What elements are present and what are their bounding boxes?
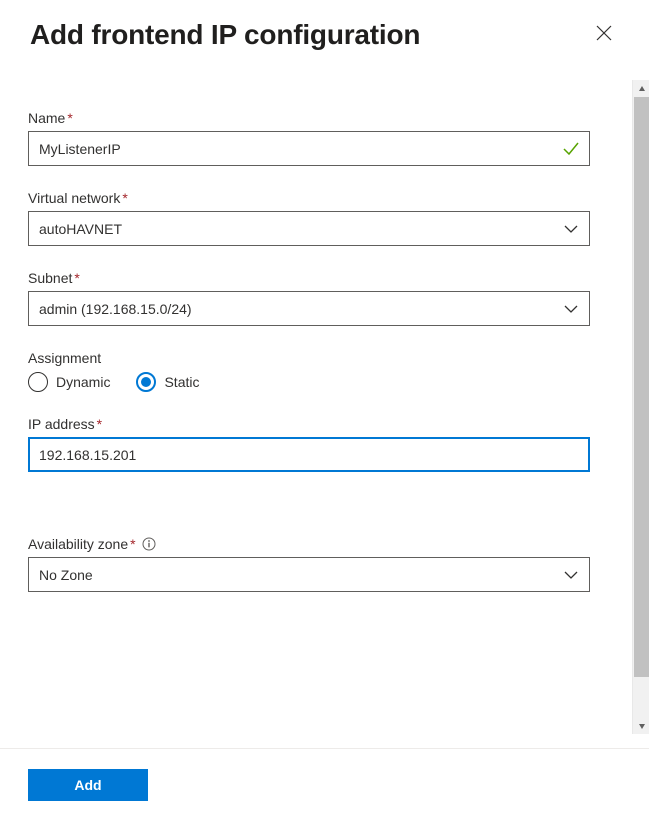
form-body: Name* Virtual network* autoHAVNET — [0, 80, 618, 636]
radio-circle-icon — [28, 372, 48, 392]
az-select[interactable]: No Zone — [28, 557, 590, 592]
subnet-label-text: Subnet — [28, 270, 72, 286]
ip-address-input[interactable] — [28, 437, 590, 472]
subnet-label: Subnet* — [28, 270, 590, 286]
field-ip-address: IP address* — [28, 416, 590, 472]
scroll-down-arrow-icon[interactable] — [633, 717, 649, 734]
chevron-down-icon — [563, 567, 579, 583]
chevron-down-icon — [563, 221, 579, 237]
name-input[interactable] — [28, 131, 590, 166]
az-label: Availability zone* — [28, 536, 136, 552]
field-subnet: Subnet* admin (192.168.15.0/24) — [28, 270, 590, 326]
required-star: * — [74, 270, 79, 286]
scrollbar-thumb[interactable] — [634, 97, 649, 677]
field-availability-zone: Availability zone* No Zone — [28, 536, 590, 592]
assignment-label: Assignment — [28, 350, 590, 366]
add-button[interactable]: Add — [28, 769, 148, 801]
scrollbar[interactable] — [632, 80, 649, 734]
close-button[interactable] — [589, 18, 619, 51]
az-label-text: Availability zone — [28, 536, 128, 552]
vnet-label: Virtual network* — [28, 190, 590, 206]
close-icon — [595, 24, 613, 45]
panel-title: Add frontend IP configuration — [30, 19, 420, 51]
radio-circle-selected-icon — [136, 372, 156, 392]
required-star: * — [67, 110, 72, 126]
required-star: * — [130, 536, 135, 552]
assignment-radio-group: Dynamic Static — [28, 372, 590, 392]
subnet-value: admin (192.168.15.0/24) — [39, 301, 192, 317]
name-label: Name* — [28, 110, 590, 126]
scroll-container: Name* Virtual network* autoHAVNET — [0, 80, 649, 734]
field-assignment: Assignment Dynamic Static — [28, 350, 590, 392]
radio-static[interactable]: Static — [136, 372, 199, 392]
info-icon[interactable] — [142, 537, 156, 551]
subnet-select[interactable]: admin (192.168.15.0/24) — [28, 291, 590, 326]
required-star: * — [122, 190, 127, 206]
radio-dynamic-label: Dynamic — [56, 374, 110, 390]
name-label-text: Name — [28, 110, 65, 126]
vnet-label-text: Virtual network — [28, 190, 120, 206]
required-star: * — [97, 416, 102, 432]
field-name: Name* — [28, 110, 590, 166]
panel-footer: Add — [0, 748, 649, 829]
vnet-select[interactable]: autoHAVNET — [28, 211, 590, 246]
ip-label-text: IP address — [28, 416, 95, 432]
ip-input-wrapper — [28, 437, 590, 472]
scroll-up-arrow-icon[interactable] — [633, 80, 649, 97]
panel-header: Add frontend IP configuration — [0, 0, 649, 61]
ip-label: IP address* — [28, 416, 590, 432]
az-label-row: Availability zone* — [28, 536, 590, 552]
vnet-value: autoHAVNET — [39, 221, 122, 237]
chevron-down-icon — [563, 301, 579, 317]
az-value: No Zone — [39, 567, 93, 583]
name-input-wrapper — [28, 131, 590, 166]
radio-static-label: Static — [164, 374, 199, 390]
field-virtual-network: Virtual network* autoHAVNET — [28, 190, 590, 246]
radio-dynamic[interactable]: Dynamic — [28, 372, 110, 392]
